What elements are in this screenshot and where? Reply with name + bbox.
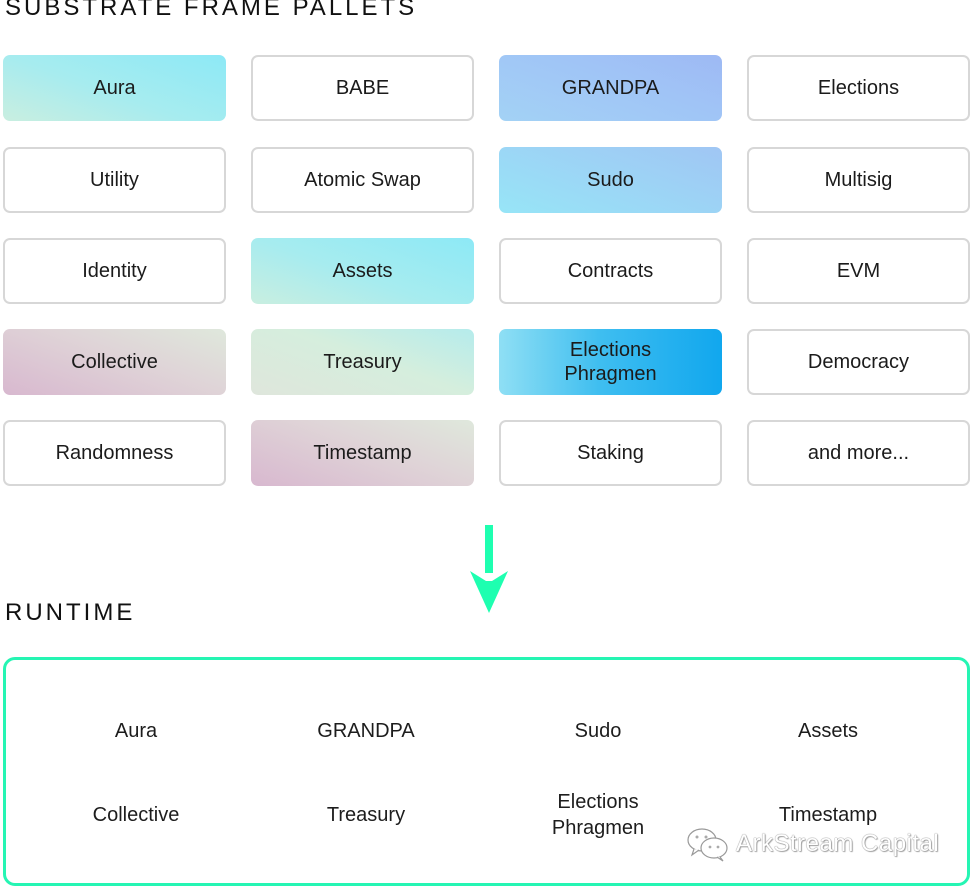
runtime-section-title: RUNTIME: [5, 599, 136, 626]
runtime-item-collective: Collective: [92, 804, 180, 826]
pallet-label: Democracy: [807, 351, 910, 373]
pallet-label: Elections: [817, 77, 900, 99]
pallet-label: Elections Phragmen: [564, 339, 657, 385]
pallet-and-more: and more...: [747, 420, 970, 486]
pallet-elections: Elections: [747, 55, 970, 121]
pallet-label: Utility: [90, 169, 139, 191]
pallet-evm: EVM: [747, 238, 970, 304]
pallet-grandpa: GRANDPA: [499, 55, 722, 121]
pallet-identity: Identity: [3, 238, 226, 304]
pallet-label: Aura: [93, 77, 136, 99]
pallet-elections-phragmen: Elections Phragmen: [499, 329, 722, 395]
pallet-label: Randomness: [55, 442, 174, 464]
pallet-label: EVM: [836, 260, 881, 282]
pallet-utility: Utility: [3, 147, 226, 213]
pallet-label: BABE: [335, 77, 390, 99]
pallet-timestamp: Timestamp: [251, 420, 474, 486]
wechat-icon: [687, 828, 728, 862]
pallet-label: Identity: [82, 260, 147, 282]
runtime-item-aura: Aura: [114, 720, 158, 742]
pallet-randomness: Randomness: [3, 420, 226, 486]
pallet-treasury: Treasury: [251, 329, 474, 395]
pallet-label: and more...: [807, 442, 910, 464]
pallet-label: Collective: [71, 351, 158, 373]
pallet-staking: Staking: [499, 420, 722, 486]
pallet-babe: BABE: [251, 55, 474, 121]
pallet-label: Sudo: [587, 169, 634, 191]
runtime-item-treasury: Treasury: [326, 804, 406, 826]
pallet-contracts: Contracts: [499, 238, 722, 304]
watermark: ArkStream Capital: [686, 826, 939, 862]
pallet-collective: Collective: [3, 329, 226, 395]
pallet-label: GRANDPA: [561, 77, 660, 99]
pallet-multisig: Multisig: [747, 147, 970, 213]
pallet-label: Timestamp: [313, 442, 412, 464]
arrow-down-icon: [470, 525, 508, 613]
pallet-label: Contracts: [567, 260, 654, 282]
pallet-label: Staking: [577, 442, 644, 464]
watermark-text: ArkStream Capital: [736, 830, 940, 857]
runtime-item-elections-phragmen: Elections Phragmen: [551, 791, 645, 839]
pallet-label: Multisig: [824, 169, 893, 191]
pallet-sudo: Sudo: [499, 147, 722, 213]
pallet-atomic-swap: Atomic Swap: [251, 147, 474, 213]
runtime-item-assets: Assets: [797, 720, 859, 742]
runtime-item-sudo: Sudo: [574, 720, 622, 742]
runtime-item-timestamp: Timestamp: [778, 804, 878, 826]
runtime-item-grandpa: GRANDPA: [317, 720, 415, 742]
pallet-aura: Aura: [3, 55, 226, 121]
pallet-assets: Assets: [251, 238, 474, 304]
pallet-democracy: Democracy: [747, 329, 970, 395]
pallet-label: Assets: [332, 260, 393, 282]
pallet-label: Treasury: [323, 351, 402, 373]
pallet-label: Atomic Swap: [304, 169, 421, 191]
pallets-section-title: SUBSTRATE FRAME PALLETS: [5, 0, 418, 21]
